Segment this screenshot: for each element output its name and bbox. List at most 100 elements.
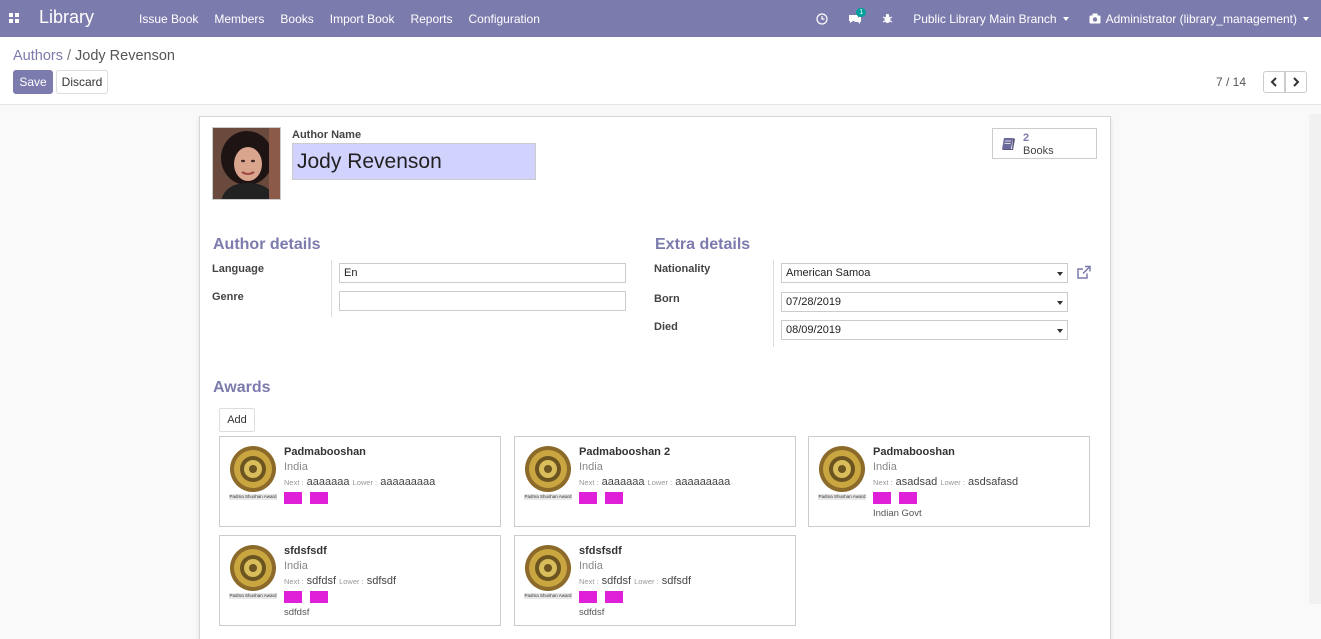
- award-card[interactable]: Padma Shushan Award sfdsfsdf India Next …: [219, 535, 501, 626]
- born-value: 07/28/2019: [786, 296, 842, 308]
- award-next-lower: Next : asadsad Lower : asdsafasd: [873, 476, 1018, 488]
- award-next: sdfdsf: [306, 575, 337, 587]
- awards-title: Awards: [213, 379, 271, 396]
- debug-bug-icon[interactable]: [882, 13, 893, 24]
- chat-icon[interactable]: 1: [848, 7, 867, 25]
- main-menu: Issue Book Members Books Import Book Rep…: [131, 0, 548, 37]
- next-label: Next :: [284, 478, 304, 487]
- add-award-button[interactable]: Add: [219, 408, 255, 432]
- lower-label: Lower :: [647, 478, 673, 487]
- next-label: Next :: [284, 577, 304, 586]
- award-card[interactable]: Padma Shushan Award Padmabooshan India N…: [219, 436, 501, 527]
- dropdown-caret-icon: [1057, 301, 1063, 305]
- award-tag: [284, 492, 302, 504]
- next-label: Next :: [579, 577, 599, 586]
- chevron-left-icon: [1270, 77, 1277, 87]
- award-medal-image: [229, 446, 277, 500]
- award-medal-image: [524, 446, 572, 500]
- award-medal-caption: Padma Shushan Award: [524, 494, 572, 499]
- chevron-right-icon: [1293, 77, 1300, 87]
- award-extra: Indian Govt: [873, 508, 922, 519]
- genre-input[interactable]: [339, 291, 626, 311]
- menu-issue-book[interactable]: Issue Book: [131, 12, 206, 26]
- award-next-lower: Next : sdfdsf Lower : sdfsdf: [284, 575, 396, 587]
- born-date-input[interactable]: 07/28/2019: [781, 292, 1068, 312]
- pager-next-button[interactable]: [1285, 71, 1307, 93]
- breadcrumb-current: Jody Revenson: [75, 48, 175, 64]
- award-lower: aaaaaaaaa: [380, 476, 436, 488]
- nationality-select[interactable]: American Samoa: [781, 263, 1068, 283]
- dropdown-caret-icon: [1057, 329, 1063, 333]
- next-label: Next :: [579, 478, 599, 487]
- branch-switcher[interactable]: Public Library Main Branch: [913, 11, 1069, 26]
- user-camera-icon: [1089, 13, 1101, 24]
- breadcrumb-separator: /: [66, 48, 72, 64]
- author-name-input[interactable]: Jody Revenson: [292, 143, 536, 180]
- lower-label: Lower :: [634, 577, 659, 586]
- book-icon: [1002, 138, 1015, 150]
- award-next: sdfdsf: [601, 575, 632, 587]
- chat-count-badge: 1: [856, 7, 867, 17]
- books-stat-button[interactable]: 2 Books: [992, 128, 1097, 159]
- award-card[interactable]: Padma Shushan Award Padmabooshan 2 India…: [514, 436, 796, 527]
- award-lower: aaaaaaaaa: [675, 476, 731, 488]
- award-medal-image: [818, 446, 866, 500]
- genre-label: Genre: [212, 291, 244, 303]
- award-next: aaaaaaa: [601, 476, 645, 488]
- award-medal-caption: Padma Shushan Award: [524, 593, 572, 598]
- extra-details-title: Extra details: [655, 236, 751, 253]
- breadcrumb-authors[interactable]: Authors: [13, 48, 63, 64]
- divider: [331, 260, 332, 317]
- award-title: sfdsfsdf: [579, 545, 622, 557]
- user-name: Administrator (library_management): [1105, 11, 1297, 26]
- menu-members[interactable]: Members: [206, 12, 272, 26]
- award-card[interactable]: Padma Shushan Award sfdsfsdf India Next …: [514, 535, 796, 626]
- award-next: asadsad: [895, 476, 938, 488]
- award-tags: [873, 492, 925, 504]
- award-tag: [284, 591, 302, 603]
- menu-import-book[interactable]: Import Book: [322, 12, 403, 26]
- award-lower: sdfsdf: [366, 575, 397, 587]
- discard-button[interactable]: Discard: [56, 70, 108, 94]
- language-input[interactable]: En: [339, 263, 626, 283]
- language-label: Language: [212, 263, 264, 275]
- activity-clock-icon[interactable]: [816, 12, 828, 25]
- save-button[interactable]: Save: [13, 70, 53, 94]
- award-title: Padmabooshan: [873, 446, 955, 458]
- breadcrumb: Authors / Jody Revenson: [13, 48, 175, 64]
- award-country: India: [579, 461, 603, 473]
- branch-name: Public Library Main Branch: [913, 11, 1057, 26]
- award-medal-caption: Padma Shushan Award: [229, 494, 277, 499]
- menu-reports[interactable]: Reports: [402, 12, 460, 26]
- award-lower: asdsafasd: [967, 476, 1019, 488]
- award-tags: [284, 492, 336, 504]
- lower-label: Lower :: [940, 478, 965, 487]
- award-country: India: [284, 461, 308, 473]
- died-date-input[interactable]: 08/09/2019: [781, 320, 1068, 340]
- born-label: Born: [654, 293, 680, 305]
- award-country: India: [873, 461, 897, 473]
- menu-books[interactable]: Books: [272, 12, 321, 26]
- caret-down-icon: [1303, 16, 1309, 21]
- books-label: Books: [1023, 145, 1054, 157]
- award-next-lower: Next : aaaaaaa Lower : aaaaaaaaa: [579, 476, 730, 488]
- user-menu[interactable]: Administrator (library_management): [1089, 12, 1309, 26]
- lower-label: Lower :: [352, 478, 378, 487]
- menu-configuration[interactable]: Configuration: [460, 12, 547, 26]
- award-extra: sdfdsf: [579, 607, 605, 618]
- award-next-lower: Next : aaaaaaa Lower : aaaaaaaaa: [284, 476, 435, 488]
- top-navbar: Library Issue Book Members Books Import …: [0, 0, 1321, 37]
- next-label: Next :: [873, 478, 893, 487]
- award-tag: [310, 591, 328, 603]
- award-card[interactable]: Padma Shushan Award Padmabooshan India N…: [808, 436, 1090, 527]
- scrollbar[interactable]: [1309, 114, 1321, 604]
- award-medal-image: [524, 545, 572, 599]
- apps-menu-icon[interactable]: [9, 13, 19, 23]
- award-tag: [310, 492, 328, 504]
- external-link-icon[interactable]: [1076, 265, 1092, 283]
- award-tags: [284, 591, 336, 603]
- pager-previous-button[interactable]: [1263, 71, 1285, 93]
- app-brand[interactable]: Library: [39, 7, 94, 28]
- author-avatar[interactable]: [212, 127, 281, 200]
- divider: [773, 260, 774, 347]
